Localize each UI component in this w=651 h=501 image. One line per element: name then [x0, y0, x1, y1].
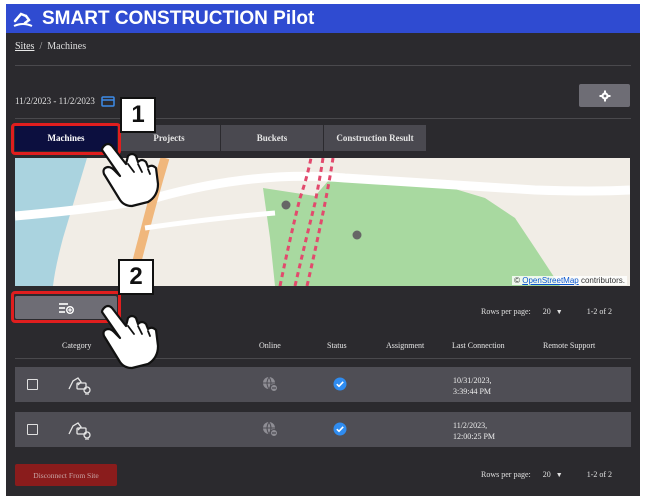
- map-attribution: © OpenStreetMap contributors.: [512, 276, 627, 285]
- breadcrumb-sites-link[interactable]: Sites: [15, 41, 34, 52]
- rows-per-page-select[interactable]: 20 ▼: [543, 470, 563, 479]
- tab-construction-result[interactable]: Construction Result: [324, 125, 426, 151]
- pagination-top: Rows per page: 20 ▼ 1-2 of 2: [481, 307, 612, 316]
- rows-per-page-label: Rows per page:: [481, 307, 531, 316]
- rows-per-page-value: 20: [542, 470, 551, 479]
- machine-marker[interactable]: [352, 230, 362, 240]
- last-connection-time: 3:39:44 PM: [453, 387, 492, 396]
- rows-per-page-value: 20: [542, 307, 551, 316]
- divider: [15, 65, 631, 66]
- last-connection: 10/31/2023, 3:39:44 PM: [453, 375, 491, 397]
- openstreetmap-link[interactable]: OpenStreetMap: [522, 276, 578, 285]
- excavator-icon: [68, 422, 91, 440]
- pagination-bottom: Rows per page: 20 ▼ 1-2 of 2: [481, 470, 612, 479]
- column-header-remote-support[interactable]: Remote Support: [543, 341, 595, 350]
- breadcrumb-separator: /: [39, 41, 43, 52]
- title-bar: SMART CONSTRUCTION Pilot: [6, 4, 640, 33]
- row-checkbox[interactable]: [27, 424, 38, 435]
- excavator-icon: [68, 377, 91, 395]
- caret-down-icon: ▼: [555, 470, 563, 479]
- offline-globe-icon: [263, 376, 278, 392]
- pointing-hand-icon: [100, 142, 160, 208]
- gear-icon: [599, 90, 610, 101]
- column-header-category[interactable]: Category: [62, 341, 91, 350]
- excavator-arm-logo-icon: [13, 12, 33, 27]
- app-title: SMART CONSTRUCTION Pilot: [42, 7, 315, 29]
- breadcrumb-current: Machines: [47, 41, 87, 52]
- caret-down-icon: ▼: [555, 307, 563, 316]
- check-circle-icon: [333, 377, 347, 391]
- pagination-range: 1-2 of 2: [586, 307, 613, 316]
- disconnect-from-site-button[interactable]: Disconnect From Site: [15, 464, 117, 486]
- breadcrumb: Sites / Machines: [15, 41, 86, 52]
- rows-per-page-select[interactable]: 20 ▼: [543, 307, 563, 316]
- check-circle-icon: [333, 422, 347, 436]
- attribution-suffix: contributors.: [580, 276, 625, 285]
- pointing-hand-icon: [100, 304, 160, 370]
- date-range[interactable]: 11/2/2023 - 11/2/2023: [15, 95, 115, 107]
- last-connection-time: 12:00:25 PM: [453, 432, 496, 441]
- date-range-text: 11/2/2023 - 11/2/2023: [15, 96, 95, 106]
- column-header-last-connection[interactable]: Last Connection: [452, 341, 505, 350]
- machine-marker[interactable]: [281, 200, 291, 210]
- calendar-icon[interactable]: [101, 95, 115, 107]
- tab-buckets[interactable]: Buckets: [221, 125, 323, 151]
- column-header-online[interactable]: Online: [259, 341, 281, 350]
- main-panel: Sites / Machines 11/2/2023 - 11/2/2023 Mac…: [6, 33, 640, 496]
- settings-button[interactable]: [579, 84, 630, 107]
- last-connection-date: 11/2/2023,: [453, 421, 488, 430]
- column-header-assignment[interactable]: Assignment: [386, 341, 424, 350]
- last-connection-date: 10/31/2023,: [453, 376, 492, 385]
- offline-globe-icon: [263, 421, 278, 437]
- table-row[interactable]: 11/2/2023, 12:00:25 PM: [15, 412, 631, 447]
- attribution-copyright: ©: [514, 276, 521, 285]
- rows-per-page-label: Rows per page:: [481, 470, 531, 479]
- pagination-range: 1-2 of 2: [586, 470, 613, 479]
- callout-number: 2: [118, 259, 154, 295]
- callout-number: 1: [120, 97, 156, 133]
- column-header-status[interactable]: Status: [327, 341, 347, 350]
- last-connection: 11/2/2023, 12:00:25 PM: [453, 420, 495, 442]
- row-checkbox[interactable]: [27, 379, 38, 390]
- divider: [15, 118, 631, 119]
- table-row[interactable]: 10/31/2023, 3:39:44 PM: [15, 367, 631, 402]
